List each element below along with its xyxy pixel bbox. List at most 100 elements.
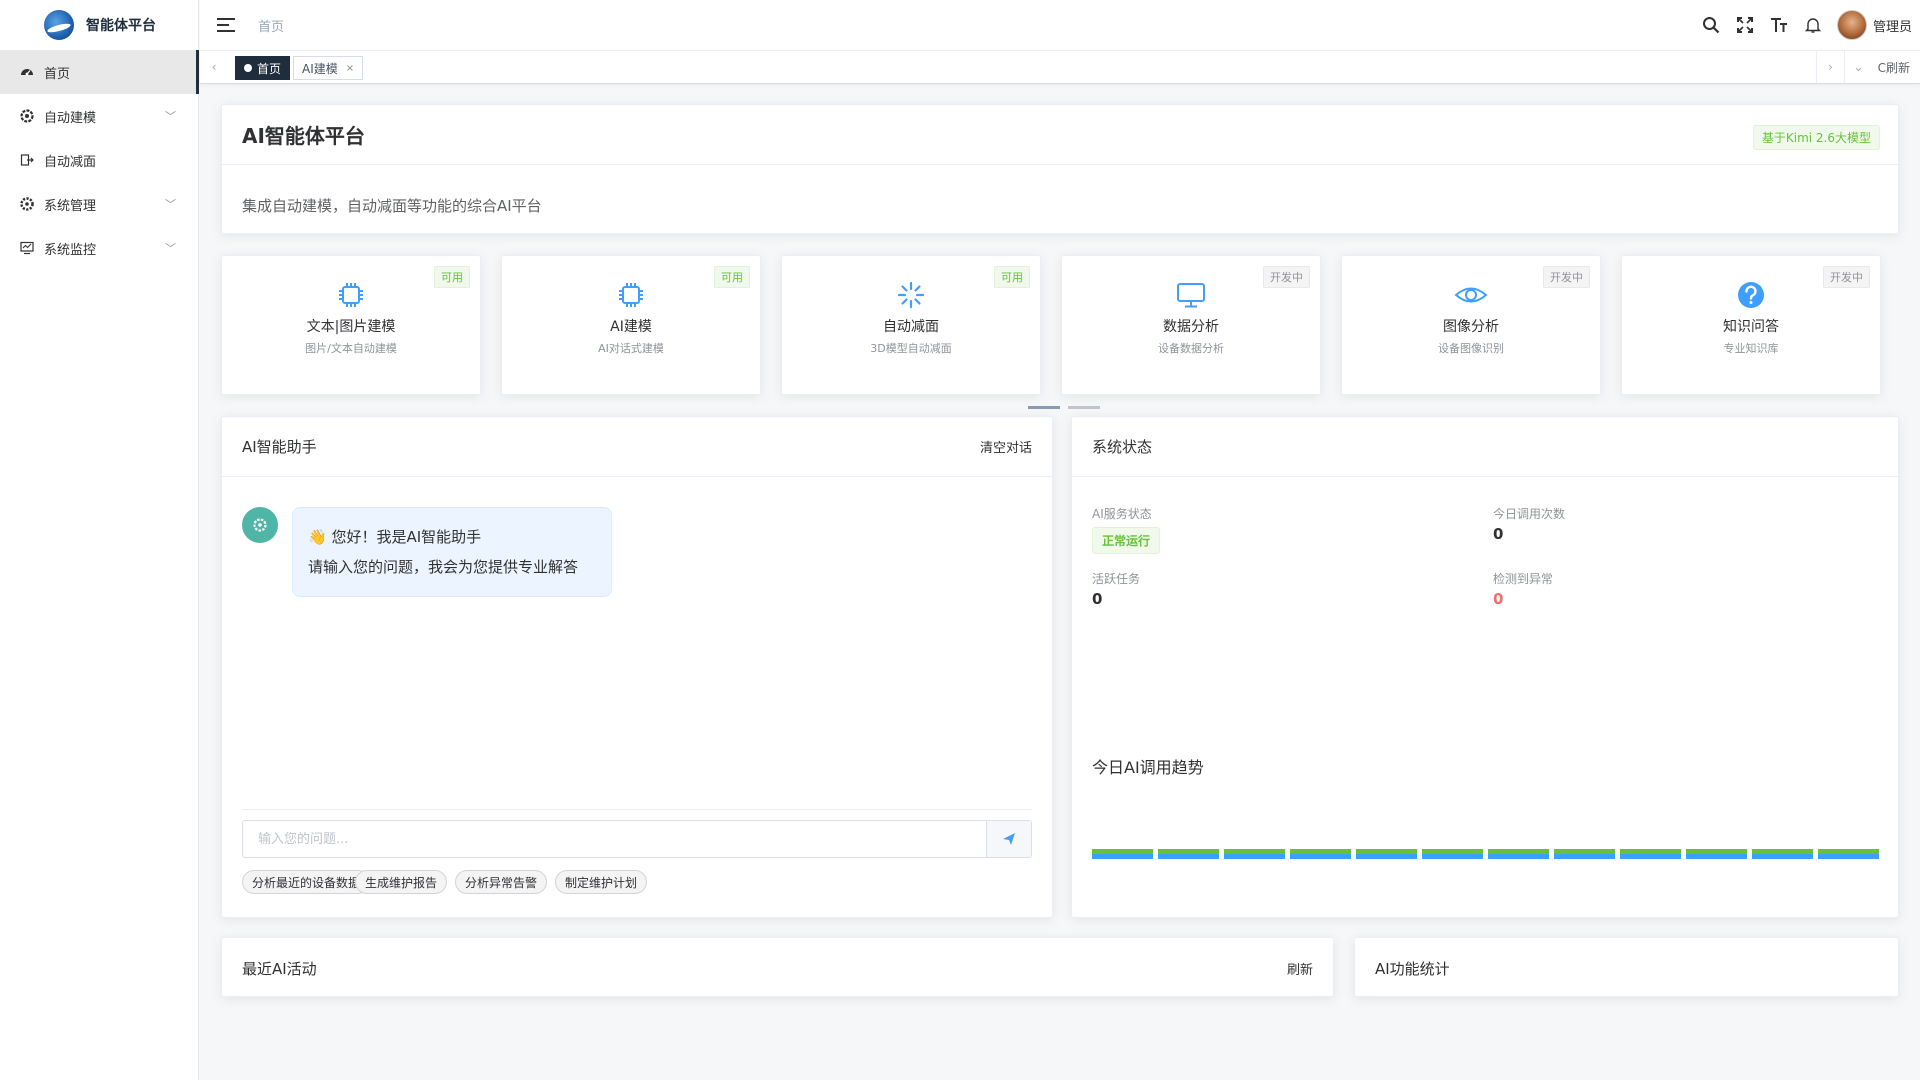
carousel-indicator (1028, 406, 1100, 409)
feature-desc: AI对话式建模 (598, 342, 664, 355)
greeting-subtext: 请输入您的问题，我会为您提供专业解答 (308, 558, 579, 576)
sidebar-item-auto-reduce[interactable]: 自动减面 (0, 138, 198, 182)
close-icon[interactable]: × (346, 63, 354, 74)
feature-card-data-analysis[interactable]: 数据分析 设备数据分析 开发中 (1061, 255, 1321, 395)
feature-name: 文本|图片建模 (306, 319, 396, 335)
feature-card-ai-modeling[interactable]: AI建模 AI对话式建模 可用 (501, 255, 761, 395)
feature-card-auto-reduce[interactable]: 自动减面 3D模型自动减面 可用 (781, 255, 1041, 395)
trend-bar (1422, 849, 1483, 859)
navbar: 首页 管理员 (200, 0, 1920, 50)
system-status-title: 系统状态 (1092, 438, 1153, 456)
chevron-down-icon: ﹀ (165, 242, 176, 255)
status-badge: 可用 (434, 266, 470, 288)
service-status-label: AI服务状态 (1092, 507, 1152, 521)
sidebar-item-label: 自动减面 (44, 154, 97, 170)
sidebar-item-label: 系统监控 (44, 242, 97, 258)
tags-view: ‹ 首页 AI建模 × › ⌄ C刷新 (200, 50, 1920, 84)
assistant-card: AI智能助手 清空对话 👋 您好！我是AI智能助手 请输入您的问题，我会为您提供… (221, 416, 1053, 918)
dashboard-icon (20, 65, 34, 79)
refresh-activity-button[interactable]: 刷新 (1287, 959, 1313, 978)
feature-desc: 3D模型自动减面 (870, 342, 952, 355)
chat-bubble: 👋 您好！我是AI智能助手 请输入您的问题，我会为您提供专业解答 (292, 507, 612, 597)
hero-card: AI智能体平台 基于Kimi 2.6大模型 集成自动建模，自动减面等功能的综合A… (221, 104, 1899, 234)
calls-value: 0 (1493, 525, 1504, 543)
export-icon (20, 153, 34, 167)
trend-bar (1818, 849, 1879, 859)
carousel-dot[interactable] (1028, 406, 1060, 409)
chevron-down-icon: ﹀ (165, 110, 176, 123)
status-badge: 开发中 (1543, 266, 1590, 288)
feature-name: AI建模 (610, 319, 652, 335)
chevron-left-icon[interactable]: ‹ (200, 51, 228, 83)
refresh-button[interactable]: C刷新 (1878, 51, 1910, 83)
page-title: AI智能体平台 (242, 124, 365, 148)
logo[interactable]: 智能体平台 (0, 0, 198, 50)
feature-desc: 设备数据分析 (1158, 342, 1224, 355)
ai-stats-title: AI功能统计 (1375, 959, 1450, 978)
trend-bar (1620, 849, 1681, 859)
quick-action-generate-report[interactable]: 生成维护报告 (355, 870, 448, 894)
trend-bar (1554, 849, 1615, 859)
anomaly-value: 0 (1493, 590, 1504, 608)
chevron-down-icon: ﹀ (165, 198, 176, 211)
quick-action-maintenance-plan[interactable]: 制定维护计划 (555, 870, 648, 894)
greeting-text: 👋 您好！我是AI智能助手 (308, 528, 482, 546)
trend-bar (1224, 849, 1285, 859)
quick-action-analyze-alarms[interactable]: 分析异常告警 (455, 870, 548, 894)
send-icon (1003, 833, 1015, 845)
send-button[interactable] (986, 821, 1031, 857)
feature-card-text-image-modeling[interactable]: 文本|图片建模 图片/文本自动建模 可用 (221, 255, 481, 395)
feature-name: 自动减面 (883, 319, 939, 335)
bot-avatar (242, 507, 278, 543)
tab-label: AI建模 (302, 61, 338, 76)
user-name[interactable]: 管理员 (1873, 16, 1912, 35)
bell-icon[interactable] (1803, 15, 1823, 35)
sidebar-item-auto-modeling[interactable]: 自动建模 ﹀ (0, 94, 198, 138)
hamburger-icon[interactable] (217, 17, 235, 33)
sidebar-item-label: 系统管理 (44, 198, 97, 214)
breadcrumb[interactable]: 首页 (258, 16, 284, 35)
feature-name: 知识问答 (1723, 319, 1779, 335)
trend-bar (1290, 849, 1351, 859)
carousel-dot[interactable] (1068, 406, 1100, 409)
status-badge: 可用 (994, 266, 1030, 288)
clear-chat-button[interactable]: 清空对话 (980, 437, 1032, 456)
status-badge: 可用 (714, 266, 750, 288)
active-tasks-label: 活跃任务 (1092, 572, 1141, 586)
fullscreen-icon[interactable] (1735, 15, 1755, 35)
system-icon (20, 197, 34, 211)
logo-icon (44, 10, 74, 40)
sidebar-item-monitor[interactable]: 系统监控 ﹀ (0, 226, 198, 270)
status-badge: 开发中 (1823, 266, 1870, 288)
avatar[interactable] (1836, 10, 1867, 40)
sidebar-item-system[interactable]: 系统管理 ﹀ (0, 182, 198, 226)
recent-activity-title: 最近AI活动 (242, 959, 317, 978)
tab-label: 首页 (257, 61, 282, 76)
chevron-right-icon[interactable]: › (1816, 51, 1844, 83)
tab-home[interactable]: 首页 (235, 56, 291, 80)
feature-desc: 图片/文本自动建模 (305, 342, 397, 355)
gear-icon (20, 109, 34, 123)
quick-action-analyze-data[interactable]: 分析最近的设备数据 (242, 870, 371, 894)
feature-desc: 设备图像识别 (1438, 342, 1504, 355)
trend-title: 今日AI调用趋势 (1092, 758, 1204, 777)
trend-bar (1752, 849, 1813, 859)
font-size-icon[interactable] (1769, 15, 1789, 35)
sidebar-item-home[interactable]: 首页 (0, 50, 199, 94)
ai-stats-card: AI功能统计 (1354, 937, 1899, 997)
active-dot (244, 64, 252, 72)
tab-ai-modeling[interactable]: AI建模 × (293, 56, 364, 80)
system-status-card: 系统状态 AI服务状态 正常运行 今日调用次数 0 活跃任务 0 检测到异常 0… (1071, 416, 1899, 918)
hero-description: 集成自动建模，自动减面等功能的综合AI平台 (242, 197, 542, 215)
trend-bar (1488, 849, 1549, 859)
feature-card-knowledge-qa[interactable]: 知识问答 专业知识库 开发中 (1621, 255, 1881, 395)
chevron-down-icon[interactable]: ⌄ (1844, 51, 1872, 83)
feature-name: 图像分析 (1443, 319, 1499, 335)
divider (242, 809, 1032, 810)
chat-input-group (242, 820, 1032, 858)
search-icon[interactable] (1701, 15, 1721, 35)
feature-desc: 专业知识库 (1723, 342, 1779, 355)
chat-input[interactable] (243, 821, 986, 857)
assistant-title: AI智能助手 (242, 438, 317, 456)
feature-card-image-analysis[interactable]: 图像分析 设备图像识别 开发中 (1341, 255, 1601, 395)
